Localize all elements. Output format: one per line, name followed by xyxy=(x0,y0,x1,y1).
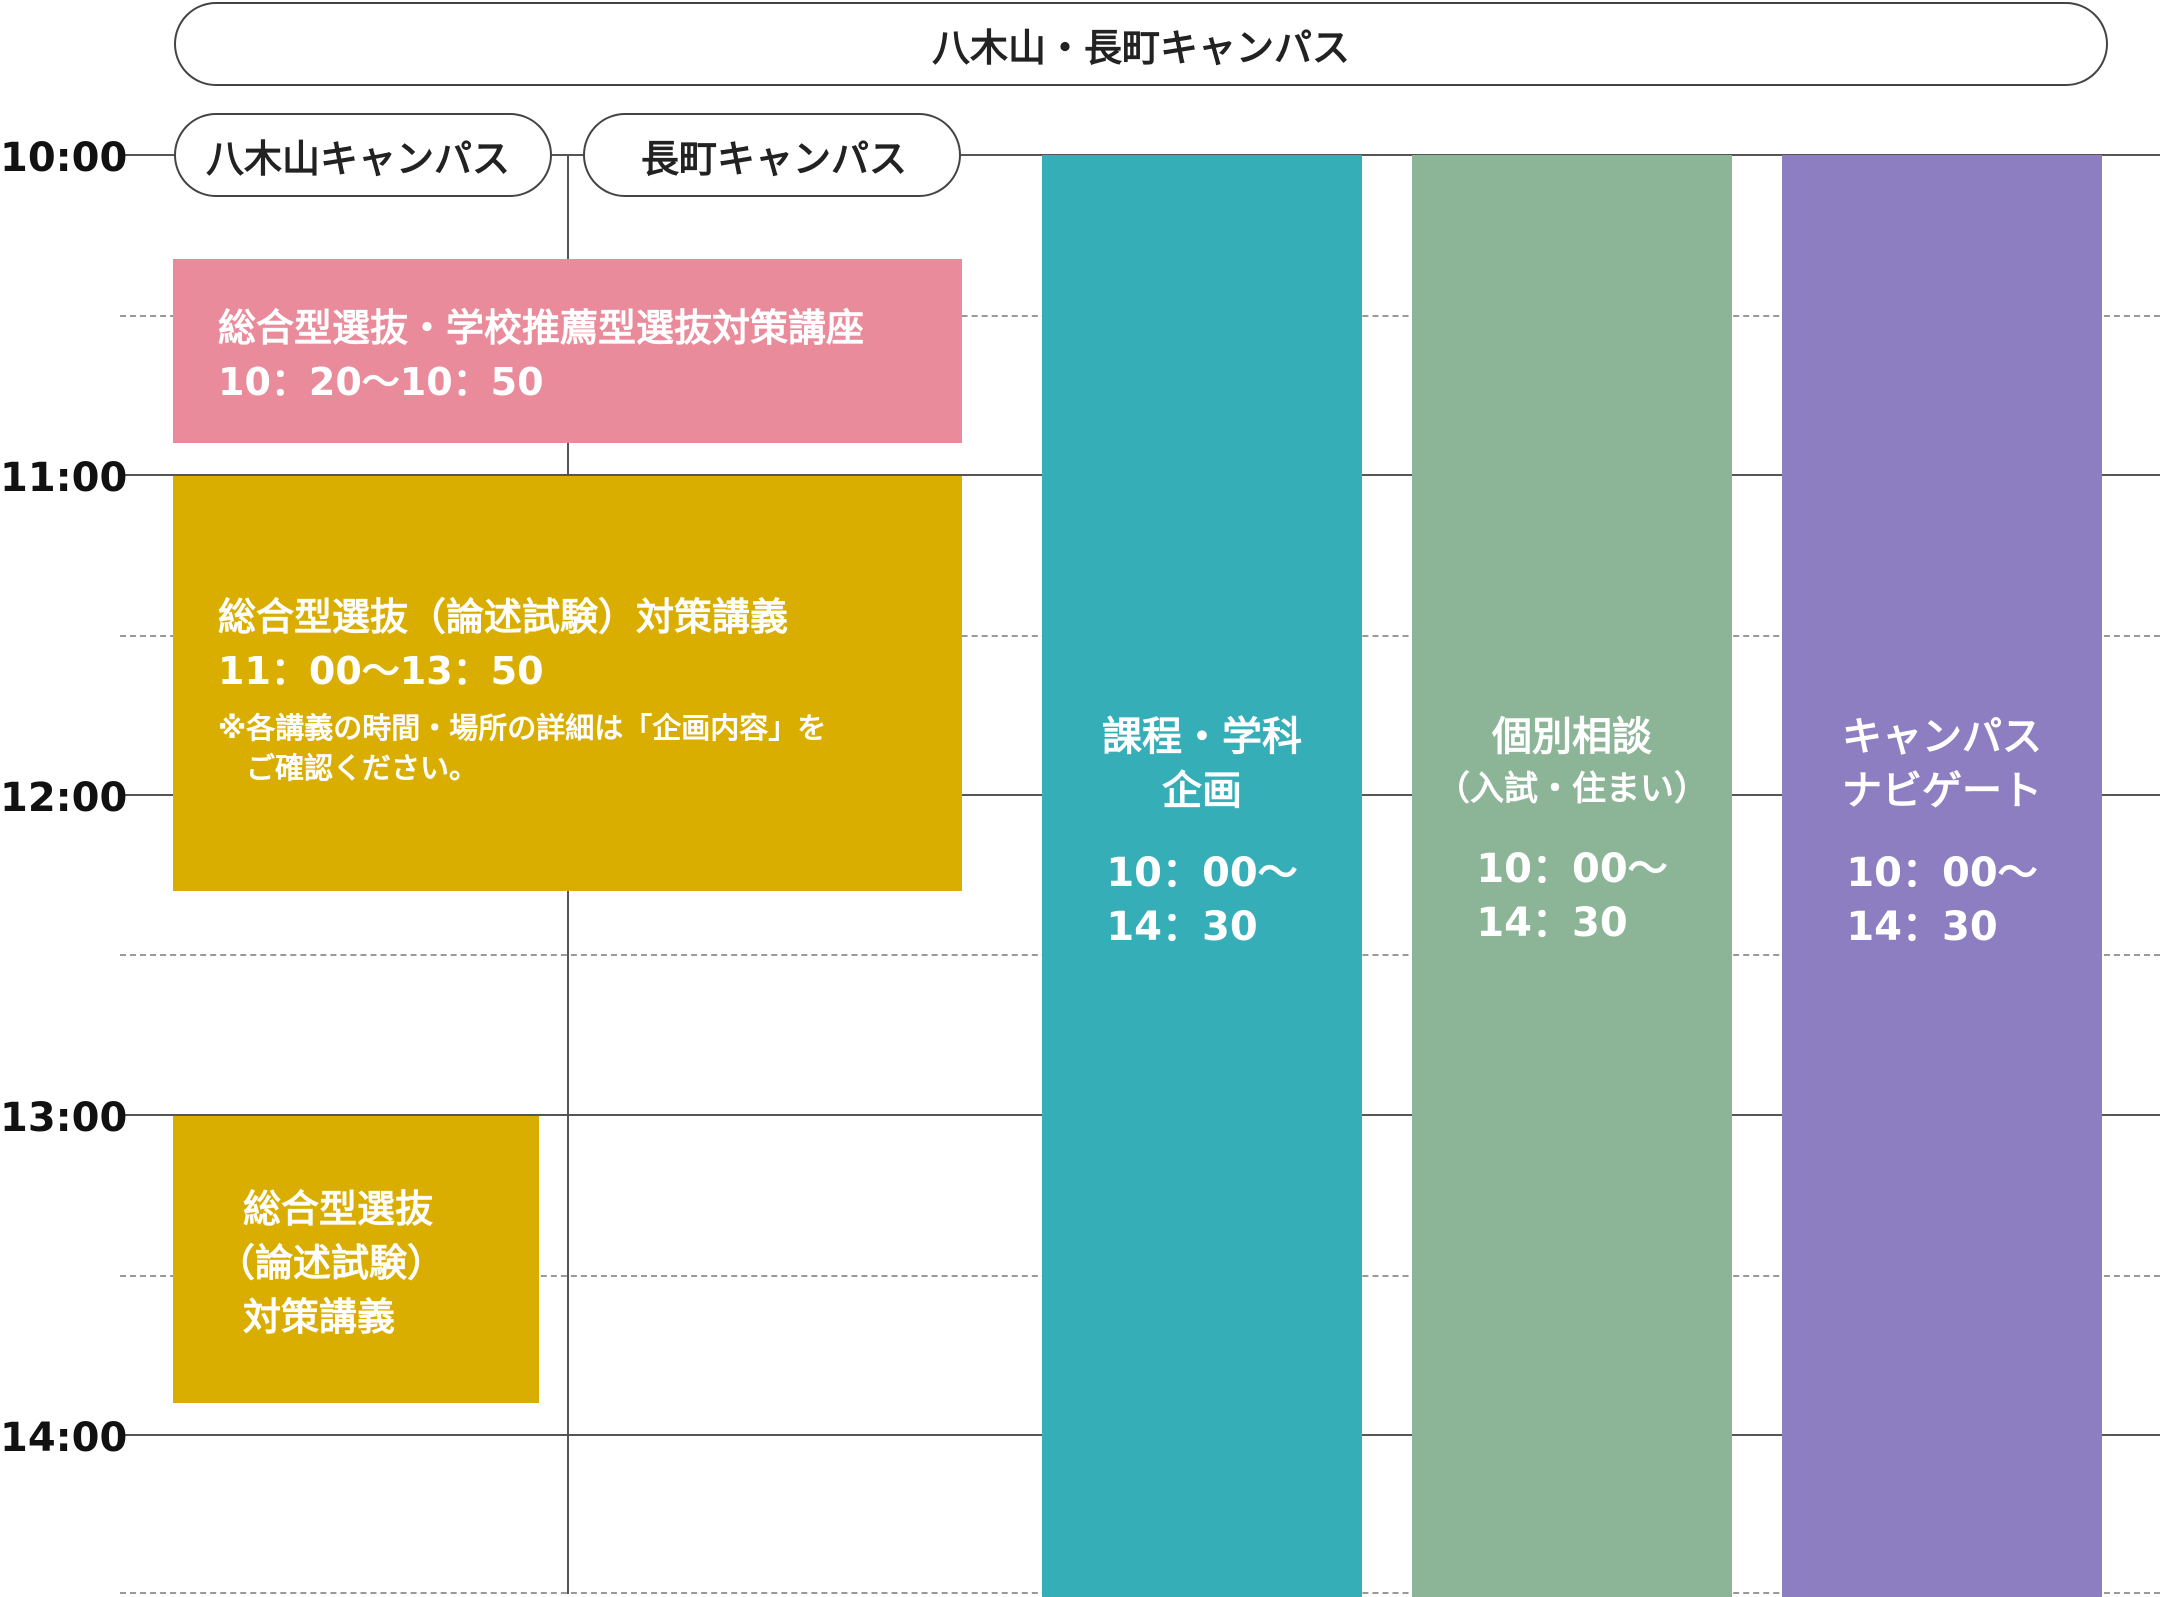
column-subtitle: （入試・住まい） xyxy=(1436,769,1708,809)
event-line1: 総合型選抜 xyxy=(243,1187,434,1231)
column-time-start: 10：00〜 xyxy=(1476,846,1668,892)
column-title-1: キャンパス xyxy=(1842,714,2042,760)
column-time-start: 10：00〜 xyxy=(1846,850,2038,896)
column-time-start: 10：00〜 xyxy=(1106,850,1298,896)
event-line2: （論述試験） xyxy=(217,1241,446,1285)
event-line3: 対策講義 xyxy=(243,1295,396,1339)
event-note-line1: ※各講義の時間・場所の詳細は「企画内容」を xyxy=(218,711,827,745)
event-column-green: 個別相談 （入試・住まい） 10：00〜 14：30 xyxy=(1412,155,1732,1597)
event-column-purple: キャンパス ナビゲート 10：00〜 14：30 xyxy=(1782,155,2102,1597)
event-block-gold-lecture-2: 総合型選抜 （論述試験） 対策講義 xyxy=(173,1116,539,1403)
event-time: 11：00〜13：50 xyxy=(218,649,544,693)
column-time: 10：00〜 14：30 xyxy=(1476,842,1667,950)
column-title-2: ナビゲート xyxy=(1842,768,2042,814)
column-title-1: 個別相談 xyxy=(1492,714,1652,760)
column-time-end: 14：30 xyxy=(1106,904,1258,950)
event-column-teal: 課程・学科 企画 10：00〜 14：30 xyxy=(1042,155,1362,1597)
yagiyama-campus-pill: 八木山キャンパス xyxy=(174,113,552,197)
event-note-line2: ご確認ください。 xyxy=(246,751,479,785)
campus-header-pill: 八木山・長町キャンパス xyxy=(174,2,2108,86)
column-title-1: 課程・学科 xyxy=(1102,714,1302,760)
time-label-14: 14:00 xyxy=(0,1415,128,1461)
event-block-gold-lecture: 総合型選抜（論述試験）対策講義 11：00〜13：50 ※各講義の時間・場所の詳… xyxy=(173,476,962,891)
time-label-12: 12:00 xyxy=(0,775,128,821)
event-title: 総合型選抜（論述試験）対策講義 xyxy=(218,595,789,639)
column-time-end: 14：30 xyxy=(1846,904,1998,950)
nagamachi-campus-pill: 長町キャンパス xyxy=(583,113,961,197)
column-time: 10：00〜 14：30 xyxy=(1846,846,2037,954)
event-block-pink: 総合型選抜・学校推薦型選抜対策講座 10：20〜10：50 xyxy=(173,259,962,443)
column-time: 10：00〜 14：30 xyxy=(1106,846,1297,954)
time-label-10: 10:00 xyxy=(0,135,128,181)
time-label-13: 13:00 xyxy=(0,1095,128,1141)
event-title: 総合型選抜・学校推薦型選抜対策講座 xyxy=(218,306,865,350)
event-time: 10：20〜10：50 xyxy=(218,360,544,404)
column-time-end: 14：30 xyxy=(1476,900,1628,946)
column-title-2: 企画 xyxy=(1162,768,1242,814)
time-label-11: 11:00 xyxy=(0,455,128,501)
